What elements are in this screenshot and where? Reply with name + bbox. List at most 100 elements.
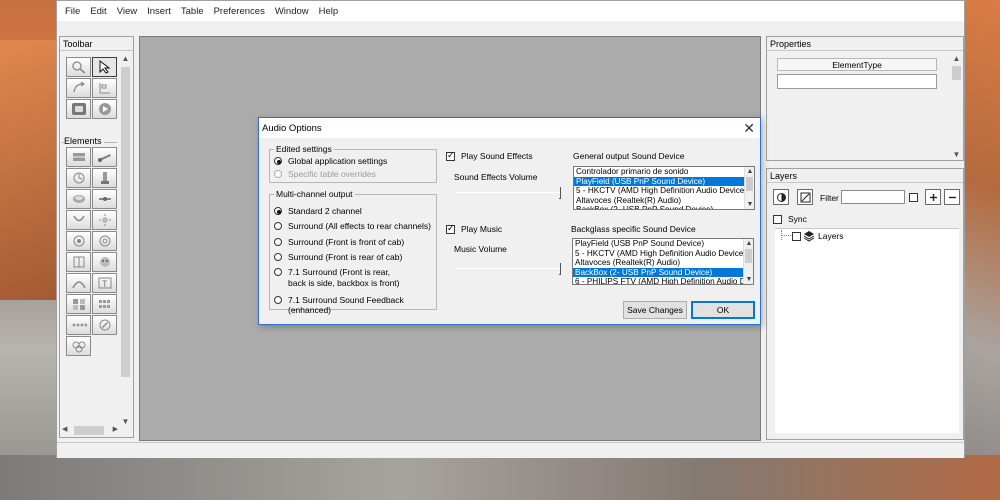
- menu-edit[interactable]: Edit: [85, 6, 111, 17]
- radio-button[interactable]: [274, 222, 282, 230]
- dispreel-element-button[interactable]: [92, 294, 117, 314]
- radio-button[interactable]: [274, 253, 282, 261]
- scroll-right-icon[interactable]: ▶: [113, 425, 118, 433]
- menu-insert[interactable]: Insert: [142, 6, 176, 17]
- magnify-tool-button[interactable]: [66, 57, 91, 77]
- remove-layer-button[interactable]: [944, 189, 960, 205]
- radio-standard-2ch[interactable]: Standard 2 channel: [274, 206, 362, 216]
- checkbox[interactable]: [446, 223, 455, 234]
- device-list-item[interactable]: Altavoces (Realtek(R) Audio): [574, 196, 754, 206]
- general-output-device-list[interactable]: Controlador primario de sonido PlayField …: [573, 166, 755, 210]
- slider-thumb[interactable]: [559, 187, 561, 199]
- toolbar-vertical-scrollbar[interactable]: ▲ ▼: [120, 53, 131, 427]
- camera-tool-button[interactable]: [66, 99, 91, 119]
- device-list-item[interactable]: 5 - HKCTV (AMD High Definition Audio Dev…: [574, 186, 754, 196]
- hit-target-element-button[interactable]: [92, 231, 117, 251]
- scroll-down-icon[interactable]: ▼: [745, 200, 754, 209]
- plunger-element-button[interactable]: [92, 168, 117, 188]
- close-icon[interactable]: ✕: [743, 119, 755, 137]
- tree-node-layers[interactable]: Layers: [792, 230, 844, 242]
- scroll-down-icon[interactable]: ▼: [120, 416, 131, 427]
- filter-checkbox[interactable]: [909, 193, 918, 202]
- textbox-element-button[interactable]: T: [92, 273, 117, 293]
- add-layer-button[interactable]: [925, 189, 941, 205]
- scroll-up-icon[interactable]: ▲: [744, 239, 753, 248]
- light-element-button[interactable]: [92, 210, 117, 230]
- device-list-item[interactable]: Controlador primario de sonido: [574, 167, 754, 177]
- radio-71-feedback[interactable]: 7.1 Surround Sound Feedback (enhanced): [274, 295, 436, 315]
- scrollbar-thumb[interactable]: [745, 249, 752, 263]
- menu-preferences[interactable]: Preferences: [209, 6, 270, 17]
- radio-71-surround[interactable]: 7.1 Surround (Front is rear, back is side…: [274, 267, 400, 289]
- radio-button[interactable]: [274, 238, 282, 246]
- scroll-up-icon[interactable]: ▲: [120, 53, 131, 64]
- ramp-element-button[interactable]: [66, 273, 91, 293]
- device-list-item[interactable]: PlayField (USB PnP Sound Device): [574, 176, 754, 186]
- radio-surround-front-rear[interactable]: Surround (Front is rear of cab): [274, 252, 402, 262]
- align-tool-button[interactable]: [92, 78, 117, 98]
- scrollbar-thumb[interactable]: [952, 66, 961, 80]
- save-changes-button[interactable]: Save Changes: [623, 301, 687, 319]
- radio-button[interactable]: [274, 170, 282, 178]
- layer-visible-checkbox[interactable]: [792, 231, 801, 241]
- device-list-item[interactable]: 6 - PHILIPS FTV (AMD High Definition Aud…: [573, 277, 753, 284]
- wall-element-button[interactable]: [66, 147, 91, 167]
- rubber-element-button[interactable]: [66, 336, 91, 356]
- scroll-down-icon[interactable]: ▼: [744, 275, 753, 284]
- gate-element-button[interactable]: [66, 252, 91, 272]
- radio-button[interactable]: [274, 268, 282, 276]
- menu-help[interactable]: Help: [314, 6, 344, 17]
- radio-global-settings[interactable]: Global application settings: [274, 156, 387, 166]
- slider-thumb[interactable]: [559, 263, 561, 275]
- play-tool-button[interactable]: [92, 99, 117, 119]
- flipper-element-button[interactable]: [92, 147, 117, 167]
- filter-input[interactable]: [841, 190, 905, 204]
- ok-button[interactable]: OK: [691, 301, 755, 319]
- sync-checkbox-row[interactable]: Sync: [773, 214, 807, 224]
- timer-element-button[interactable]: [66, 168, 91, 188]
- scroll-up-icon[interactable]: ▲: [745, 167, 754, 176]
- list-scrollbar[interactable]: ▲ ▼: [743, 239, 753, 284]
- play-sound-effects-checkbox[interactable]: Play Sound Effects: [446, 150, 533, 161]
- scrollbar-thumb[interactable]: [121, 67, 130, 377]
- radio-button[interactable]: [274, 207, 282, 215]
- lightseq-element-button[interactable]: [66, 315, 91, 335]
- menu-window[interactable]: Window: [270, 6, 314, 17]
- bumper-element-button[interactable]: [66, 189, 91, 209]
- radio-button[interactable]: [274, 157, 282, 165]
- music-volume-slider[interactable]: [454, 261, 561, 275]
- scroll-left-icon[interactable]: ◀: [62, 425, 67, 433]
- device-list-item[interactable]: Altavoces (Realtek(R) Audio): [573, 258, 753, 268]
- hscroll-thumb[interactable]: [74, 426, 104, 435]
- menu-file[interactable]: File: [60, 6, 85, 17]
- menu-view[interactable]: View: [112, 6, 142, 17]
- primitive-element-button[interactable]: [92, 315, 117, 335]
- element-type-field[interactable]: [777, 74, 937, 89]
- kicker-element-button[interactable]: [66, 231, 91, 251]
- layer-assign-button[interactable]: [773, 189, 789, 205]
- radio-table-overrides[interactable]: Specific table overrides: [274, 169, 376, 179]
- radio-surround-all-rear[interactable]: Surround (All effects to rear channels): [274, 221, 431, 231]
- layer-toggle-button[interactable]: [797, 189, 813, 205]
- checkbox[interactable]: [446, 150, 455, 161]
- spinner-element-button[interactable]: [92, 189, 117, 209]
- list-scrollbar[interactable]: ▲ ▼: [744, 167, 754, 209]
- device-list-item[interactable]: PlayField (USB PnP Sound Device): [573, 239, 753, 249]
- scroll-up-icon[interactable]: ▲: [951, 53, 962, 64]
- sync-checkbox[interactable]: [773, 214, 782, 224]
- scrollbar-thumb[interactable]: [746, 177, 753, 191]
- scroll-down-icon[interactable]: ▼: [951, 149, 962, 160]
- device-list-item[interactable]: BackBox (2- USB PnP Sound Device): [574, 205, 754, 209]
- properties-scrollbar[interactable]: ▲ ▼: [951, 53, 962, 160]
- menu-table[interactable]: Table: [176, 6, 209, 17]
- layers-tree[interactable]: Layers: [775, 228, 959, 433]
- select-tool-button[interactable]: [92, 57, 117, 77]
- radio-button[interactable]: [274, 296, 282, 304]
- sound-effects-volume-slider[interactable]: [454, 185, 561, 199]
- device-list-item[interactable]: 5 - HKCTV (AMD High Definition Audio Dev…: [573, 249, 753, 259]
- radio-surround-front-front[interactable]: Surround (Front is front of cab): [274, 237, 404, 247]
- trigger-element-button[interactable]: [66, 210, 91, 230]
- device-list-item[interactable]: BackBox (2- USB PnP Sound Device): [573, 267, 753, 277]
- backglass-device-list[interactable]: PlayField (USB PnP Sound Device) 5 - HKCT…: [572, 238, 754, 285]
- decal-element-button[interactable]: [92, 252, 117, 272]
